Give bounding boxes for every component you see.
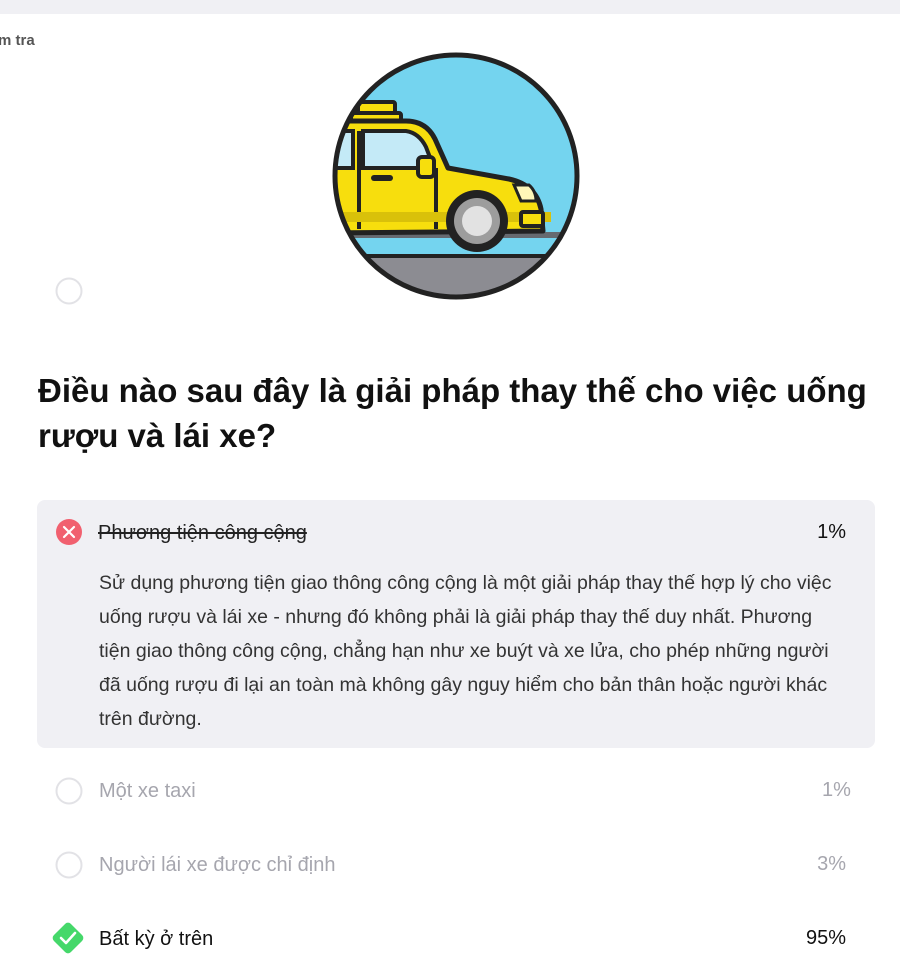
empty-radio-icon bbox=[55, 777, 83, 805]
check-diamond-icon bbox=[52, 922, 84, 954]
top-bar bbox=[0, 0, 900, 14]
answer-option-2[interactable]: Một xe taxi 1% bbox=[37, 277, 875, 830]
answer-percent: 95% bbox=[805, 927, 846, 949]
empty-radio-icon bbox=[55, 851, 83, 879]
answer-option-1[interactable]: Phương tiện công cộng 1% Sử dụng phương … bbox=[37, 500, 875, 748]
answer-label: Người lái xe được chỉ định bbox=[99, 854, 336, 876]
taxi-illustration bbox=[332, 52, 580, 300]
answer-label: Bất kỳ ở trên bbox=[99, 928, 214, 950]
x-circle-icon bbox=[56, 519, 82, 545]
answer-list: Phương tiện công cộng 1% Sử dụng phương … bbox=[37, 277, 875, 830]
question-text: Điều nào sau đây là giải pháp thay thế c… bbox=[38, 372, 867, 454]
answer-option-4[interactable]: Bất kỳ ở trên 95% bbox=[37, 906, 875, 972]
answer-explanation: Sử dụng phương tiện giao thông công cộng… bbox=[99, 572, 832, 730]
answer-option-1-row[interactable]: Phương tiện công cộng 1% bbox=[37, 500, 875, 564]
breadcrumb[interactable]: m tra bbox=[0, 32, 35, 49]
answer-percent: 1% bbox=[822, 779, 851, 801]
empty-radio-icon bbox=[55, 277, 83, 305]
answer-option-3[interactable]: Người lái xe được chỉ định 3% bbox=[37, 832, 875, 898]
answer-label: Phương tiện công cộng bbox=[98, 522, 307, 544]
answer-percent: 3% bbox=[817, 853, 846, 875]
answer-percent: 1% bbox=[817, 521, 846, 543]
answer-label: Một xe taxi bbox=[99, 780, 196, 802]
